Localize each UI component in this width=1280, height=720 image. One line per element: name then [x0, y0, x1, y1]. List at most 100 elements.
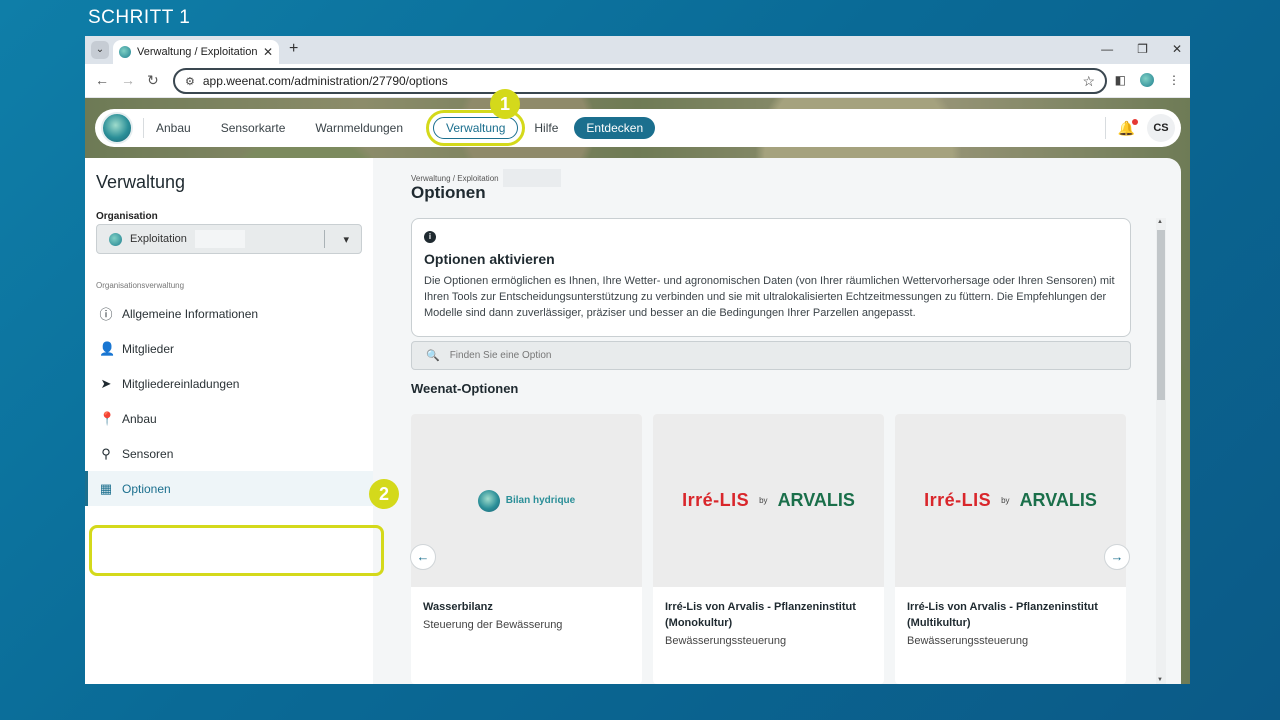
site-settings-icon[interactable]: ⚙ [185, 75, 195, 88]
option-card[interactable]: Bilan hydrique Wasserbilanz Steuerung de… [411, 414, 642, 684]
address-bar: ← → ↻ ⚙ app.weenat.com/administration/27… [85, 64, 1190, 98]
nav-hilfe[interactable]: Hilfe [534, 121, 558, 135]
back-icon[interactable]: ← [95, 72, 109, 88]
top-navigation: Anbau Sensorkarte Warnmeldungen Verwaltu… [95, 109, 1181, 147]
card-subtitle: Steuerung der Bewässerung [423, 619, 563, 631]
sidebar-item-mitgliedereinladungen[interactable]: ➤ Mitgliedereinladungen [85, 366, 373, 401]
carousel-prev-arrow-icon[interactable]: ← [410, 544, 436, 570]
sidebar-title: Verwaltung [96, 172, 186, 192]
person-icon: 👤 [99, 340, 116, 356]
section-title: Weenat-Optionen [411, 381, 519, 396]
card-image: Bilan hydrique [411, 414, 642, 587]
option-card[interactable]: Irré-LIS by ARVALIS Irré-Lis von Arvalis… [653, 414, 884, 684]
app-page: Anbau Sensorkarte Warnmeldungen Verwaltu… [85, 89, 1190, 684]
new-tab-icon[interactable]: + [289, 40, 298, 58]
card-image: Irré-LIS by ARVALIS [653, 414, 884, 587]
card-title: Irré-Lis von Arvalis - Pflanzeninstitut … [907, 601, 1098, 629]
sidepanel-icon[interactable]: ◧ [1115, 73, 1126, 87]
scroll-up-icon[interactable]: ▲ [1157, 219, 1163, 225]
organisation-icon [109, 232, 122, 246]
info-icon: ⓘ [99, 307, 113, 322]
reload-icon[interactable]: ↻ [147, 72, 159, 89]
sidebar-item-label: Optionen [122, 481, 171, 496]
scrollbar-thumb[interactable] [1157, 230, 1165, 400]
minimize-icon[interactable]: — [1101, 42, 1113, 56]
browser-actions: ◧ ⋮ [1115, 73, 1180, 87]
organisation-select[interactable]: Exploitation ▾ [96, 224, 362, 254]
card-body: Irré-Lis von Arvalis - Pflanzeninstitut … [653, 587, 884, 659]
bilan-hydrique-logo-icon [477, 489, 500, 512]
weenat-logo[interactable] [101, 112, 133, 144]
search-field[interactable]: 🔍 [411, 341, 1131, 370]
scrollbar[interactable]: ▲ ▼ [1156, 218, 1166, 684]
nav-verwaltung[interactable]: Verwaltung [425, 110, 526, 146]
card-title: Wasserbilanz [423, 601, 493, 613]
step-badge-1: 1 [490, 89, 520, 119]
profile-icon[interactable] [1140, 73, 1154, 87]
tab-title: Verwaltung / Exploitation Sarge [137, 46, 257, 58]
menu-kebab-icon[interactable]: ⋮ [1168, 73, 1180, 87]
chevron-down-icon[interactable]: ▾ [343, 233, 349, 246]
sidebar-item-label: Anbau [122, 411, 157, 426]
close-window-icon[interactable]: ✕ [1172, 42, 1182, 56]
restore-icon[interactable]: ❐ [1137, 42, 1148, 56]
sidebar-item-optionen[interactable]: ▦ Optionen [85, 471, 373, 506]
step-title: SCHRITT 1 [88, 7, 191, 28]
sidebar-item-label: Allgemeine Informationen [122, 306, 259, 321]
tab-list-button[interactable]: ⌄ [91, 41, 109, 59]
sensor-icon: ⚲ [101, 445, 111, 461]
card-subtitle: Bewässerungssteuerung [907, 635, 1029, 647]
discover-button[interactable]: Entdecken [574, 117, 656, 139]
carousel-next-arrow-icon[interactable]: → [1104, 544, 1130, 570]
highlight-frame [89, 525, 384, 576]
card-title: Irré-Lis von Arvalis - Pflanzeninstitut … [665, 601, 856, 629]
nav-warnmeldungen[interactable]: Warnmeldungen [315, 121, 403, 135]
map-pin-person-icon: 📍 [99, 410, 116, 426]
logo-by: by [759, 496, 768, 505]
notifications-bell-icon[interactable]: 🔔 [1118, 118, 1138, 137]
favicon-icon [119, 46, 131, 58]
arvalis-logo: ARVALIS [777, 490, 855, 510]
url-field[interactable]: ⚙ app.weenat.com/administration/27790/op… [173, 68, 1107, 94]
sidebar-item-label: Mitglieder [122, 341, 175, 356]
info-card: i Optionen aktivieren Die Optionen ermög… [411, 218, 1131, 337]
search-icon: 🔍 [426, 350, 440, 362]
sidebar-item-label: Sensoren [122, 446, 174, 461]
logo-by: by [1001, 496, 1010, 505]
option-card[interactable]: Irré-LIS by ARVALIS Irré-Lis von Arvalis… [895, 414, 1126, 684]
nav-anbau[interactable]: Anbau [156, 121, 191, 135]
user-avatar[interactable]: CS [1147, 114, 1175, 142]
card-subtitle: Bewässerungssteuerung [665, 635, 787, 647]
step-badge-2: 2 [369, 479, 399, 509]
url-text: app.weenat.com/administration/27790/opti… [202, 74, 448, 88]
arvalis-logo: ARVALIS [1019, 490, 1097, 510]
select-divider [324, 230, 326, 248]
browser-tab[interactable]: Verwaltung / Exploitation Sarge ✕ [113, 40, 279, 64]
nav-right: 🔔 CS [1104, 114, 1175, 142]
main-content: Verwaltung / Exploitation Optionen i Opt… [373, 158, 1181, 684]
breadcrumb-text[interactable]: Verwaltung / Exploitation [411, 174, 499, 183]
section-label: Organisationsverwaltung [96, 281, 185, 290]
sidebar-item-anbau[interactable]: 📍 Anbau [85, 401, 373, 436]
bookmark-star-icon[interactable]: ☆ [1082, 73, 1095, 90]
scroll-down-icon[interactable]: ▼ [1157, 677, 1163, 683]
sidebar-item-mitglieder[interactable]: 👤 Mitglieder [85, 331, 373, 366]
nav-sensorkarte[interactable]: Sensorkarte [221, 121, 286, 135]
info-icon: i [424, 231, 436, 243]
sidebar-item-sensoren[interactable]: ⚲ Sensoren [85, 436, 373, 471]
sidebar-item-allgemeine-informationen[interactable]: ⓘ Allgemeine Informationen [85, 296, 373, 331]
dashboard-add-icon: ▦ [99, 480, 113, 496]
window-controls: — ❐ ✕ [1101, 42, 1182, 56]
card-body: Irré-Lis von Arvalis - Pflanzeninstitut … [895, 587, 1126, 659]
sidebar-item-label: Mitgliedereinladungen [122, 376, 240, 391]
nav-divider [143, 118, 144, 138]
redacted-block [194, 230, 245, 248]
sidebar: Verwaltung Organisation Exploitation ▾ O… [85, 158, 373, 684]
organisation-label: Organisation [96, 211, 158, 222]
info-text: Die Optionen ermöglichen es Ihnen, Ihre … [424, 275, 1115, 319]
organisation-name: Exploitation [130, 233, 187, 245]
search-input[interactable] [449, 350, 1050, 361]
tab-close-icon[interactable]: ✕ [263, 45, 273, 59]
tab-bar: ⌄ Verwaltung / Exploitation Sarge ✕ + — … [85, 36, 1190, 64]
forward-icon[interactable]: → [121, 72, 135, 88]
